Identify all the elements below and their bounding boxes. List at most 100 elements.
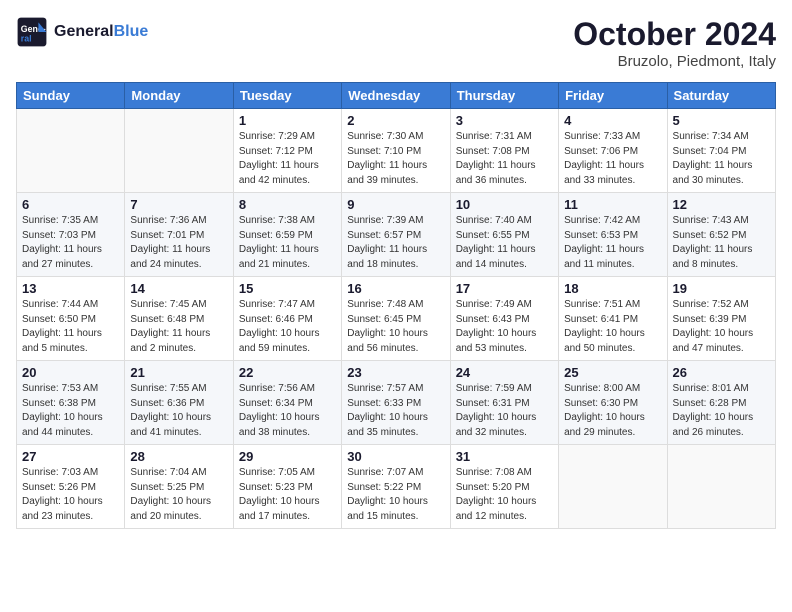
cell-info: Sunrise: 7:31 AM Sunset: 7:08 PM Dayligh… — [456, 130, 553, 188]
week-row-4: 20 Sunrise: 7:53 AM Sunset: 6:38 PM Dayli… — [17, 361, 776, 445]
calendar-cell: 12Sunrise: 7:43 AM Sunset: 6:52 PM Dayli… — [667, 193, 775, 277]
cell-info: Sunrise: 7:59 AM Sunset: 6:31 PM Dayligh… — [456, 382, 553, 440]
cell-info: Sunrise: 7:42 AM Sunset: 6:53 PM Dayligh… — [564, 214, 661, 272]
page-header: Gene- ral GeneralBlue October 2024 Bruzo… — [16, 16, 776, 70]
day-number: 18 — [564, 281, 661, 296]
cell-info: Sunrise: 7:08 AM Sunset: 5:20 PM Dayligh… — [456, 466, 553, 524]
cell-info: Sunrise: 7:38 AM Sunset: 6:59 PM Dayligh… — [239, 214, 336, 272]
day-number: 13 — [22, 281, 119, 296]
day-number: 30 — [347, 449, 444, 464]
calendar-table: SundayMondayTuesdayWednesdayThursdayFrid… — [16, 82, 776, 529]
logo-line1: General — [54, 23, 114, 40]
month-title: October 2024 — [573, 16, 776, 53]
day-number: 28 — [130, 449, 227, 464]
weekday-header-thursday: Thursday — [450, 83, 558, 109]
cell-info: Sunrise: 7:47 AM Sunset: 6:46 PM Dayligh… — [239, 298, 336, 356]
day-number: 15 — [239, 281, 336, 296]
logo-icon: Gene- ral — [16, 16, 48, 48]
calendar-cell: 27 Sunrise: 7:03 AM Sunset: 5:26 PM Dayli… — [17, 445, 125, 529]
calendar-cell: 29 Sunrise: 7:05 AM Sunset: 5:23 PM Dayli… — [233, 445, 341, 529]
calendar-cell — [17, 109, 125, 193]
day-number: 14 — [130, 281, 227, 296]
cell-info: Sunrise: 7:04 AM Sunset: 5:25 PM Dayligh… — [130, 466, 227, 524]
day-number: 2 — [347, 113, 444, 128]
cell-info: Sunrise: 7:51 AM Sunset: 6:41 PM Dayligh… — [564, 298, 661, 356]
location: Bruzolo, Piedmont, Italy — [573, 53, 776, 70]
cell-info: Sunrise: 7:45 AM Sunset: 6:48 PM Dayligh… — [130, 298, 227, 356]
day-number: 31 — [456, 449, 553, 464]
day-number: 7 — [130, 197, 227, 212]
calendar-cell — [667, 445, 775, 529]
calendar-cell: 18 Sunrise: 7:51 AM Sunset: 6:41 PM Dayli… — [559, 277, 667, 361]
cell-info: Sunrise: 7:53 AM Sunset: 6:38 PM Dayligh… — [22, 382, 119, 440]
cell-info: Sunrise: 7:56 AM Sunset: 6:34 PM Dayligh… — [239, 382, 336, 440]
day-number: 19 — [673, 281, 770, 296]
day-number: 9 — [347, 197, 444, 212]
weekday-header-saturday: Saturday — [667, 83, 775, 109]
calendar-cell: 28 Sunrise: 7:04 AM Sunset: 5:25 PM Dayli… — [125, 445, 233, 529]
cell-info: Sunrise: 7:07 AM Sunset: 5:22 PM Dayligh… — [347, 466, 444, 524]
day-number: 3 — [456, 113, 553, 128]
calendar-cell: 15 Sunrise: 7:47 AM Sunset: 6:46 PM Dayli… — [233, 277, 341, 361]
calendar-cell: 9Sunrise: 7:39 AM Sunset: 6:57 PM Daylig… — [342, 193, 450, 277]
week-row-3: 13 Sunrise: 7:44 AM Sunset: 6:50 PM Dayli… — [17, 277, 776, 361]
cell-info: Sunrise: 7:52 AM Sunset: 6:39 PM Dayligh… — [673, 298, 770, 356]
week-row-5: 27 Sunrise: 7:03 AM Sunset: 5:26 PM Dayli… — [17, 445, 776, 529]
day-number: 11 — [564, 197, 661, 212]
day-number: 16 — [347, 281, 444, 296]
weekday-header-wednesday: Wednesday — [342, 83, 450, 109]
calendar-cell: 3 Sunrise: 7:31 AM Sunset: 7:08 PM Daylig… — [450, 109, 558, 193]
cell-info: Sunrise: 7:05 AM Sunset: 5:23 PM Dayligh… — [239, 466, 336, 524]
day-number: 10 — [456, 197, 553, 212]
calendar-cell: 10 Sunrise: 7:40 AM Sunset: 6:55 PM Dayli… — [450, 193, 558, 277]
day-number: 21 — [130, 365, 227, 380]
calendar-cell — [125, 109, 233, 193]
calendar-cell: 30 Sunrise: 7:07 AM Sunset: 5:22 PM Dayli… — [342, 445, 450, 529]
calendar-cell: 20 Sunrise: 7:53 AM Sunset: 6:38 PM Dayli… — [17, 361, 125, 445]
calendar-cell: 1Sunrise: 7:29 AM Sunset: 7:12 PM Daylig… — [233, 109, 341, 193]
day-number: 26 — [673, 365, 770, 380]
week-row-1: 1Sunrise: 7:29 AM Sunset: 7:12 PM Daylig… — [17, 109, 776, 193]
cell-info: Sunrise: 7:57 AM Sunset: 6:33 PM Dayligh… — [347, 382, 444, 440]
cell-info: Sunrise: 7:40 AM Sunset: 6:55 PM Dayligh… — [456, 214, 553, 272]
cell-info: Sunrise: 7:29 AM Sunset: 7:12 PM Dayligh… — [239, 130, 336, 188]
calendar-cell: 13 Sunrise: 7:44 AM Sunset: 6:50 PM Dayli… — [17, 277, 125, 361]
cell-info: Sunrise: 7:35 AM Sunset: 7:03 PM Dayligh… — [22, 214, 119, 272]
day-number: 5 — [673, 113, 770, 128]
calendar-cell: 6 Sunrise: 7:35 AM Sunset: 7:03 PM Daylig… — [17, 193, 125, 277]
day-number: 6 — [22, 197, 119, 212]
calendar-cell: 23 Sunrise: 7:57 AM Sunset: 6:33 PM Dayli… — [342, 361, 450, 445]
day-number: 23 — [347, 365, 444, 380]
day-number: 17 — [456, 281, 553, 296]
cell-info: Sunrise: 7:44 AM Sunset: 6:50 PM Dayligh… — [22, 298, 119, 356]
week-row-2: 6 Sunrise: 7:35 AM Sunset: 7:03 PM Daylig… — [17, 193, 776, 277]
weekday-header-monday: Monday — [125, 83, 233, 109]
cell-info: Sunrise: 7:48 AM Sunset: 6:45 PM Dayligh… — [347, 298, 444, 356]
day-number: 4 — [564, 113, 661, 128]
cell-info: Sunrise: 7:36 AM Sunset: 7:01 PM Dayligh… — [130, 214, 227, 272]
calendar-cell: 24Sunrise: 7:59 AM Sunset: 6:31 PM Dayli… — [450, 361, 558, 445]
calendar-cell: 2 Sunrise: 7:30 AM Sunset: 7:10 PM Daylig… — [342, 109, 450, 193]
cell-info: Sunrise: 7:03 AM Sunset: 5:26 PM Dayligh… — [22, 466, 119, 524]
cell-info: Sunrise: 7:34 AM Sunset: 7:04 PM Dayligh… — [673, 130, 770, 188]
weekday-header-row: SundayMondayTuesdayWednesdayThursdayFrid… — [17, 83, 776, 109]
calendar-cell: 21 Sunrise: 7:55 AM Sunset: 6:36 PM Dayli… — [125, 361, 233, 445]
svg-text:ral: ral — [21, 34, 32, 44]
cell-info: Sunrise: 7:55 AM Sunset: 6:36 PM Dayligh… — [130, 382, 227, 440]
day-number: 27 — [22, 449, 119, 464]
cell-info: Sunrise: 7:30 AM Sunset: 7:10 PM Dayligh… — [347, 130, 444, 188]
cell-info: Sunrise: 8:01 AM Sunset: 6:28 PM Dayligh… — [673, 382, 770, 440]
calendar-cell: 17Sunrise: 7:49 AM Sunset: 6:43 PM Dayli… — [450, 277, 558, 361]
calendar-cell: 25 Sunrise: 8:00 AM Sunset: 6:30 PM Dayli… — [559, 361, 667, 445]
calendar-cell: 14 Sunrise: 7:45 AM Sunset: 6:48 PM Dayli… — [125, 277, 233, 361]
weekday-header-sunday: Sunday — [17, 83, 125, 109]
calendar-cell: 11 Sunrise: 7:42 AM Sunset: 6:53 PM Dayli… — [559, 193, 667, 277]
cell-info: Sunrise: 8:00 AM Sunset: 6:30 PM Dayligh… — [564, 382, 661, 440]
cell-info: Sunrise: 7:43 AM Sunset: 6:52 PM Dayligh… — [673, 214, 770, 272]
day-number: 29 — [239, 449, 336, 464]
day-number: 25 — [564, 365, 661, 380]
day-number: 20 — [22, 365, 119, 380]
logo-line2: Blue — [114, 23, 149, 40]
calendar-cell: 4Sunrise: 7:33 AM Sunset: 7:06 PM Daylig… — [559, 109, 667, 193]
calendar-cell: 26 Sunrise: 8:01 AM Sunset: 6:28 PM Dayli… — [667, 361, 775, 445]
